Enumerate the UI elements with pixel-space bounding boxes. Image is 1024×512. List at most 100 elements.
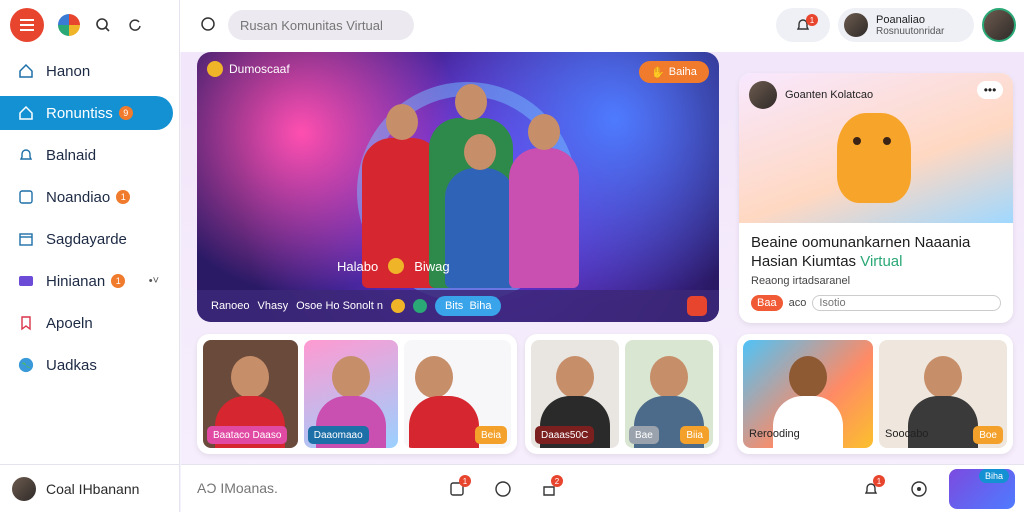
card-title-accent: Virtual — [860, 253, 903, 270]
sidebar-item-explore[interactable]: Uadkas — [0, 348, 173, 382]
bell-icon[interactable]: 1 — [861, 475, 885, 499]
card-input[interactable] — [812, 295, 1001, 311]
mascot-illustration — [837, 113, 911, 203]
event-action-button[interactable]: ✋ Baiha — [639, 61, 709, 83]
hand-icon: ✋ — [651, 66, 665, 79]
tile-action-button[interactable]: Biia — [680, 426, 709, 444]
compose-input[interactable] — [197, 480, 397, 496]
gift-icon[interactable]: 2 — [539, 475, 563, 499]
person-body — [908, 396, 978, 448]
event-icon — [207, 61, 223, 77]
caption-left: Halabo — [337, 258, 379, 274]
card-title: Beaine oomunankarnen Naaania Hasian Kium… — [751, 233, 1001, 271]
notifications-button[interactable]: 1 — [776, 8, 830, 42]
messages-icon — [18, 189, 34, 205]
caption-right: Biwag — [414, 258, 450, 274]
person-head — [556, 356, 594, 398]
calendar-icon — [18, 231, 34, 247]
more-options-button[interactable]: ••• — [977, 81, 1003, 99]
card-chip[interactable]: Baa — [751, 295, 783, 311]
current-user[interactable]: Coal IHbanann — [0, 464, 180, 512]
chat-icon[interactable] — [200, 16, 216, 37]
chip-label: Biha — [469, 300, 492, 312]
event-bar-text: Osoe Ho Sonolt n — [296, 300, 383, 312]
bear-head — [789, 356, 827, 398]
notification-badge: 2 — [551, 475, 563, 487]
input-prefix: aco — [788, 297, 807, 309]
media-card[interactable]: Baataco Daaso Daaomaao Beia — [197, 334, 517, 454]
featured-community-card[interactable]: Goanten Kolatcao ••• Beaine oomunankarne… — [739, 73, 1013, 323]
sidebar-item-calendar[interactable]: Sagdayarde — [0, 222, 173, 256]
media-card[interactable]: Daaas50C Bae Biia — [525, 334, 719, 454]
home-icon — [18, 63, 34, 79]
card-body: Beaine oomunankarnen Naaania Hasian Kium… — [739, 223, 1013, 321]
sidebar-item-label: Ronuntiss — [46, 104, 113, 122]
featured-event-card[interactable]: Dumoscaaf ✋ Baiha Halabo Biwag Ranoeo Vh… — [197, 52, 719, 322]
reaction-icon[interactable] — [412, 299, 427, 313]
tile-label: Bae — [629, 426, 659, 444]
media-card[interactable]: Rerooding Soocabo Boe — [737, 334, 1013, 454]
card-subtitle: Reaong irtadsaranel — [751, 275, 851, 287]
event-bar-title: Ranoeo — [211, 300, 250, 312]
event-chip-button[interactable]: Bits Biha — [434, 296, 502, 316]
attachment-icon[interactable]: 1 — [447, 475, 471, 499]
media-tile[interactable]: Soocabo Boe — [879, 340, 1007, 448]
globe-icon — [18, 357, 34, 373]
tile-label: Baataco Daaso — [207, 426, 288, 444]
reaction-icon[interactable] — [390, 299, 405, 313]
card-title-line2: Hasian Kiumtas — [751, 253, 857, 270]
profile-text: Poanaliao Rosnuutonridar — [876, 14, 944, 37]
sidebar-item-notifications[interactable]: Balnaid — [0, 138, 173, 172]
media-tile[interactable]: Beia — [404, 340, 511, 448]
app-logo[interactable] — [58, 14, 80, 36]
person-head — [231, 356, 270, 398]
sidebar-item-label: Uadkas — [46, 356, 97, 374]
avatar — [844, 13, 868, 37]
avatar — [12, 476, 36, 501]
account-avatar[interactable] — [982, 8, 1016, 42]
media-tile[interactable]: Daaomaao — [303, 340, 399, 448]
notification-badge: 9 — [118, 106, 133, 120]
refresh-icon[interactable] — [126, 16, 144, 34]
media-tile[interactable]: Bae Biia — [625, 340, 713, 448]
chevron-down-icon[interactable]: •˅ — [149, 275, 159, 287]
sidebar-nav: Hanon Ronuntiss 9 Balnaid Noandiao 1 Sag… — [0, 54, 179, 382]
media-tile[interactable]: Baataco Daaso — [203, 340, 298, 448]
tile-action-button[interactable]: Boe — [973, 426, 1003, 444]
notification-badge: 1 — [459, 475, 471, 487]
search-input[interactable] — [228, 10, 414, 40]
card-header-title: Goanten Kolatcao — [785, 89, 874, 101]
community-icon — [18, 105, 34, 121]
notification-badge: 1 — [873, 475, 885, 487]
sidebar-item-community[interactable]: Ronuntiss 9 — [0, 96, 173, 130]
preview-badge: Biha — [979, 469, 1010, 483]
event-action-label: Baiha — [668, 66, 697, 78]
media-tile[interactable]: Daaas50C — [531, 340, 619, 448]
search-icon[interactable] — [94, 16, 112, 34]
chip-label: Bits — [444, 300, 464, 312]
profile-subtitle: Rosnuutonridar — [876, 25, 945, 37]
person-figure — [445, 134, 515, 288]
hamburger-menu-button[interactable] — [10, 8, 44, 42]
sidebar-item-messages[interactable]: Noandiao 1 — [0, 180, 173, 214]
sidebar-item-bookmarks[interactable]: Apoeln — [0, 306, 173, 340]
tile-text: Rerooding — [749, 428, 800, 440]
event-tag-label: Dumoscaaf — [229, 62, 290, 76]
settings-icon[interactable] — [909, 479, 929, 499]
person-head — [924, 356, 962, 398]
notification-badge: 1 — [806, 14, 818, 26]
profile-menu[interactable]: Poanaliao Rosnuutonridar — [838, 8, 974, 42]
sidebar-item-videos[interactable]: Hinianan 1 •˅ — [0, 264, 173, 298]
emoji-icon[interactable] — [493, 479, 513, 499]
video-icon — [18, 273, 34, 289]
media-tile[interactable]: Rerooding — [743, 340, 873, 448]
sidebar-item-label: Hinianan — [46, 272, 106, 290]
sidebar-item-home[interactable]: Hanon — [0, 54, 173, 88]
tile-action-button[interactable]: Beia — [474, 426, 507, 444]
sidebar-top — [0, 0, 179, 50]
tile-label: Daaas50C — [535, 426, 595, 444]
live-label: Vhasy — [257, 300, 289, 312]
person-head — [332, 356, 371, 398]
avatar — [749, 81, 777, 109]
share-icon[interactable] — [687, 296, 707, 316]
